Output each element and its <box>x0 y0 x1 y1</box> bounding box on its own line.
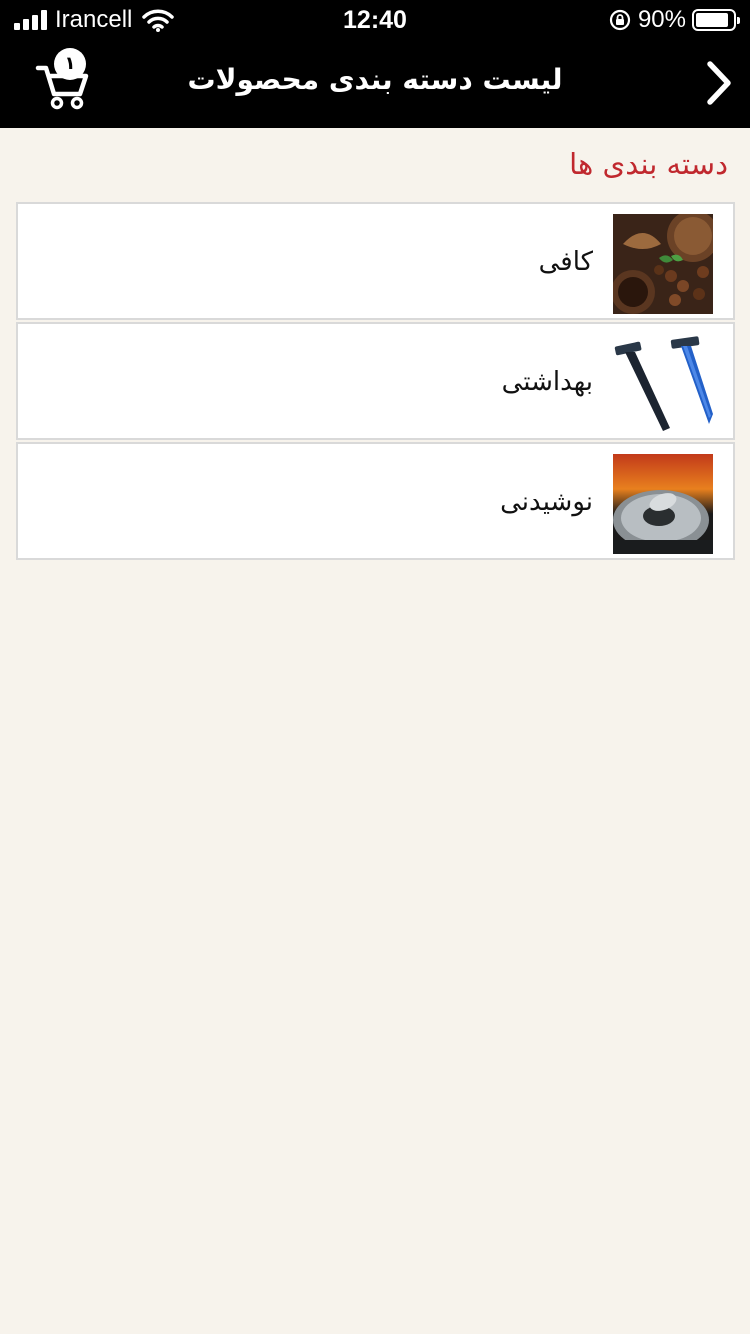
battery-percent: 90% <box>637 6 686 33</box>
category-item-hygiene[interactable]: بهداشتی <box>16 322 735 440</box>
battery-icon <box>692 9 740 31</box>
status-right: 90% <box>608 6 740 34</box>
cart-count-badge: ۱ <box>54 48 86 80</box>
category-label: بهداشتی <box>501 367 593 397</box>
coffee-beans-image <box>613 214 713 314</box>
battery-fill <box>696 13 729 27</box>
razors-image <box>613 334 713 434</box>
rotation-lock-icon <box>609 9 631 31</box>
section-title: دسته بندی ها <box>569 147 728 181</box>
category-item-coffee[interactable]: کافی <box>16 202 735 320</box>
soda-can-image <box>613 454 713 554</box>
category-list: کافی بهداشتی نوشیدنی <box>16 202 735 562</box>
cart-button[interactable]: ۱ <box>34 48 94 110</box>
category-label: نوشیدنی <box>500 487 593 517</box>
back-button[interactable] <box>704 60 734 106</box>
category-item-drinks[interactable]: نوشیدنی <box>16 442 735 560</box>
status-bar: Irancell 12:40 90% <box>0 0 750 40</box>
page-title: لیست دسته بندی محصولات <box>187 63 563 96</box>
category-label: کافی <box>538 247 593 277</box>
chevron-right-icon <box>707 61 731 105</box>
header: ۱ لیست دسته بندی محصولات <box>0 40 750 128</box>
